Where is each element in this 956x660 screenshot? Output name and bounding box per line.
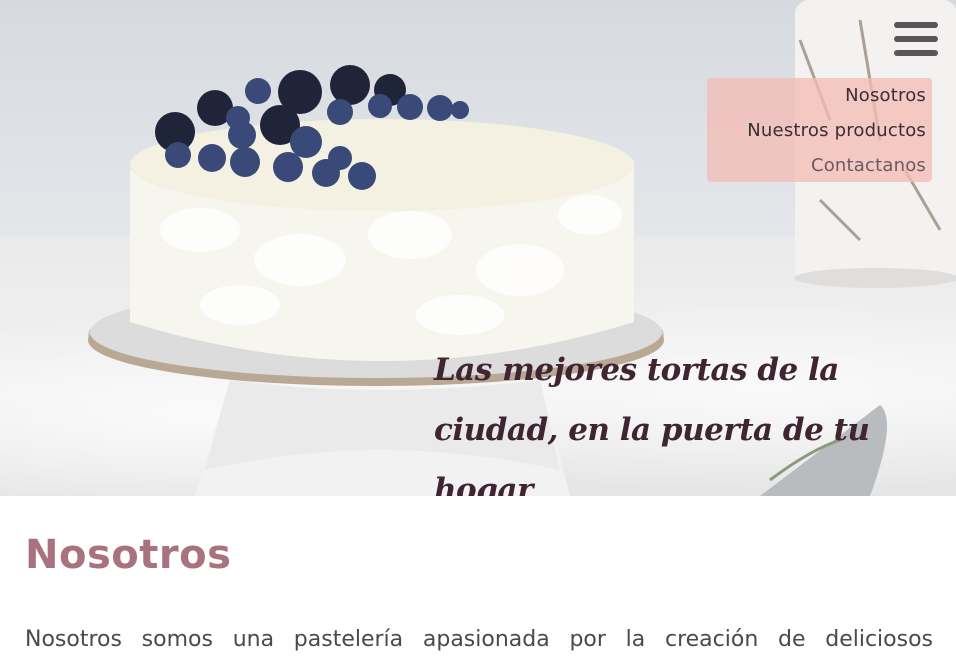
about-paragraph: Nosotros somos una pastelería apasionada… [25,627,933,652]
hero-tagline: Las mejores tortas de la ciudad, en la p… [434,352,870,496]
nav-item-nosotros[interactable]: Nosotros [707,78,932,113]
hamburger-icon[interactable] [894,22,938,60]
nav-item-nuestros-productos[interactable]: Nuestros productos [707,113,932,148]
nav-item-contactanos[interactable]: Contactanos [707,148,932,183]
section-title-nosotros: Nosotros [25,532,232,578]
main-nav-menu: Nosotros Nuestros productos Contactanos [707,78,932,182]
hero-banner: Nosotros Nuestros productos Contactanos … [0,0,956,496]
